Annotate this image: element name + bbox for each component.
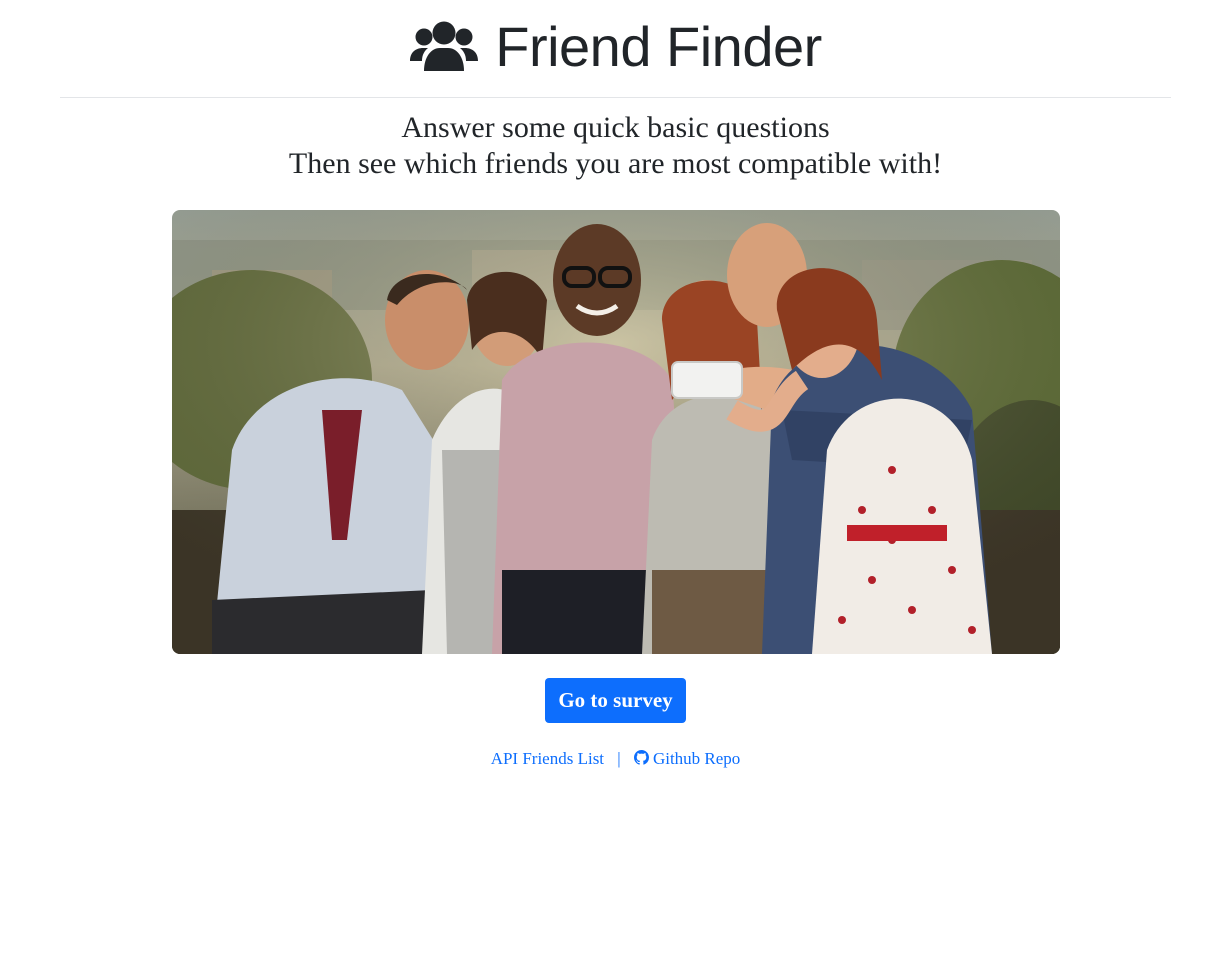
tagline: Answer some quick basic questions Then s… bbox=[0, 110, 1231, 182]
github-repo-label: Github Repo bbox=[652, 749, 741, 768]
brand: Friend Finder bbox=[409, 14, 822, 78]
users-icon bbox=[409, 21, 479, 73]
friends-selfie-photo bbox=[172, 210, 1060, 654]
tagline-line-2: Then see which friends you are most comp… bbox=[288, 147, 943, 180]
github-repo-link[interactable]: Github Repo bbox=[633, 749, 741, 768]
link-separator: | bbox=[617, 749, 621, 768]
tagline-line-1: Answer some quick basic questions bbox=[401, 111, 830, 144]
api-friends-list-link[interactable]: API Friends List bbox=[491, 749, 604, 768]
page-title: Friend Finder bbox=[495, 14, 822, 78]
go-to-survey-button[interactable]: Go to survey bbox=[545, 678, 686, 723]
github-icon bbox=[633, 749, 649, 765]
hero-image bbox=[172, 210, 1060, 654]
footer-links: API Friends List | Github Repo bbox=[0, 748, 1231, 770]
page-header: Friend Finder bbox=[0, 0, 1231, 97]
header-divider bbox=[60, 97, 1171, 98]
